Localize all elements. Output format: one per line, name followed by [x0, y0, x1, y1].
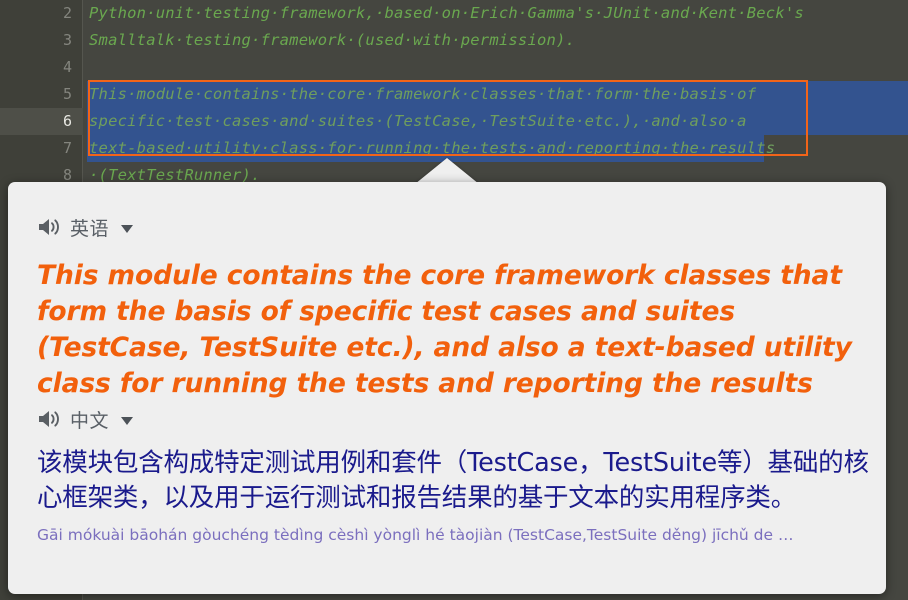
code-line[interactable]: 4: [0, 54, 908, 81]
popup-pointer: [415, 158, 479, 184]
line-number: 3: [62, 31, 72, 49]
code-text: Python·unit·testing·framework,·based·on·…: [89, 4, 804, 22]
screen: 2 Python·unit·testing·framework,·based·on…: [0, 0, 908, 600]
source-language-row[interactable]: 英语: [37, 212, 866, 242]
line-number: 6: [62, 112, 72, 130]
source-section: 英语 This module contains the core framewo…: [37, 212, 866, 402]
speaker-icon[interactable]: [37, 408, 61, 430]
line-number: 7: [62, 139, 72, 157]
target-language-label: 中文: [70, 409, 110, 432]
code-line[interactable]: 5 This·module·contains·the·core·framework…: [0, 81, 908, 108]
chevron-down-icon[interactable]: [121, 224, 134, 233]
code-line[interactable]: 2 Python·unit·testing·framework,·based·on…: [0, 0, 908, 27]
code-line[interactable]: 6 specific·test·cases·and·suites·(TestCas…: [0, 108, 908, 135]
code-line[interactable]: 3 Smalltalk·testing·framework·(used·with·…: [0, 27, 908, 54]
source-text: This module contains the core framework …: [37, 260, 852, 399]
line-number: 4: [62, 58, 72, 76]
target-language-row[interactable]: 中文: [37, 404, 866, 434]
target-section: 中文 该模块包含构成特定测试用例和套件（TestCase，TestSuite等）…: [37, 404, 869, 546]
chevron-down-icon[interactable]: [121, 416, 134, 425]
code-text: Smalltalk·testing·framework·(used·with·p…: [89, 31, 576, 49]
source-language-label: 英语: [70, 217, 110, 240]
code-text: specific·test·cases·and·suites·(TestCase…: [89, 112, 747, 130]
line-number: 2: [62, 4, 72, 22]
code-text: This·module·contains·the·core·framework·…: [89, 85, 757, 103]
target-text: 该模块包含构成特定测试用例和套件（TestCase，TestSuite等）基础的…: [37, 448, 869, 513]
speaker-icon[interactable]: [37, 216, 61, 238]
translation-popup[interactable]: 英语 This module contains the core framewo…: [8, 182, 886, 594]
line-number: 5: [62, 85, 72, 103]
pinyin-text: Gāi mókuài bāohán gòuchéng tèdìng cèshì …: [37, 526, 794, 544]
